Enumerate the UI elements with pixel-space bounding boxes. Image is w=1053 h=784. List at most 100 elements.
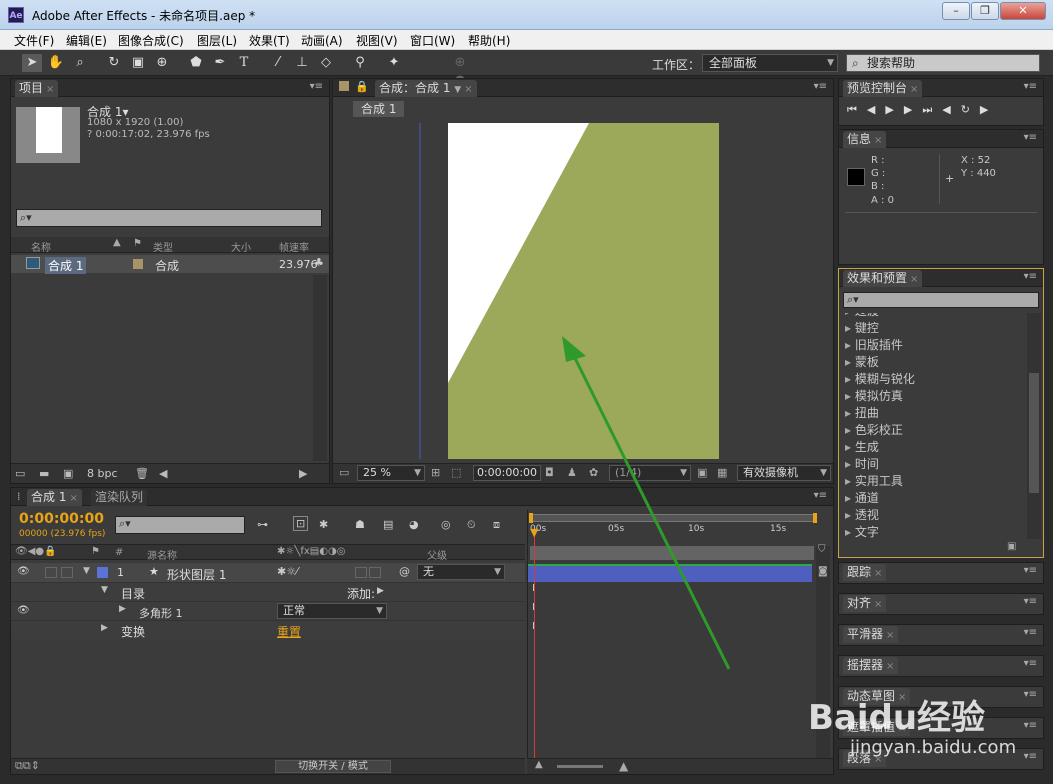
expand-triangle-icon[interactable]: ▼ — [83, 566, 90, 576]
frame-blending-icon[interactable]: ▤ — [383, 518, 393, 531]
list-item[interactable]: ▸ 实用工具 — [845, 472, 903, 489]
zoom-in-icon[interactable]: ▲ — [619, 759, 628, 773]
first-frame-icon[interactable]: ⏮ — [847, 103, 867, 116]
zoom-select[interactable]: 25 % ▼ — [357, 465, 425, 481]
menu-edit[interactable]: 编辑(E) — [66, 32, 107, 49]
zoom-slider[interactable] — [557, 765, 603, 768]
tab-composition[interactable]: 合成：合成 1 ▼ × — [375, 80, 477, 97]
last-frame-icon[interactable]: ⏭ — [922, 103, 942, 116]
motion-blur-icon[interactable]: ◕ — [409, 518, 419, 531]
hand-tool-icon[interactable]: ✋ — [46, 54, 66, 72]
col-fps[interactable]: 帧速率 — [279, 239, 309, 254]
puppet-pin-tool-icon[interactable]: ✦ — [384, 54, 404, 72]
panel-menu-icon[interactable]: ▾≡ — [1024, 658, 1037, 669]
layer-duration-bar[interactable] — [528, 564, 812, 582]
panel-menu-icon[interactable]: ▾≡ — [1024, 565, 1037, 576]
clone-stamp-tool-icon[interactable]: ⊥ — [292, 54, 312, 72]
scroll-right-icon[interactable]: ▶ — [299, 467, 307, 480]
close-icon[interactable]: × — [874, 135, 882, 146]
brainstorm-icon[interactable]: ◎ — [441, 518, 451, 531]
list-item[interactable]: ▸ 通道 — [845, 489, 879, 506]
polygon-label[interactable]: 多角形 1 — [139, 605, 183, 621]
tab-tracker[interactable]: 跟踪 × — [843, 564, 887, 581]
work-area-bar[interactable] — [529, 513, 817, 523]
collapse-triangle-icon[interactable]: ▶ — [119, 604, 126, 614]
toggle-switches-button[interactable]: 切换开关 / 模式 — [275, 760, 391, 773]
zoom-tool-icon[interactable]: ⌕ — [70, 54, 90, 72]
loop-icon[interactable]: ↻ — [961, 103, 980, 116]
close-icon[interactable]: × — [910, 84, 918, 95]
work-area-end-handle[interactable] — [813, 513, 817, 523]
parent-pickwhip-icon[interactable]: @ — [399, 565, 410, 578]
menu-effect[interactable]: 效果(T) — [249, 32, 290, 49]
expand-triangle-icon[interactable]: ▼ — [101, 585, 108, 595]
current-time-field[interactable]: 0:00:00:00 — [473, 465, 541, 481]
menu-view[interactable]: 视图(V) — [356, 32, 398, 49]
close-icon[interactable]: × — [69, 493, 77, 504]
list-item[interactable]: ▸ 扭曲 — [845, 404, 879, 421]
close-icon[interactable]: × — [910, 274, 918, 285]
region-of-interest-icon[interactable]: ▣ — [697, 466, 707, 479]
bpc-label[interactable]: 8 bpc — [87, 467, 118, 480]
comp-mini-flowchart-icon[interactable]: ⊶ — [257, 518, 268, 531]
show-snapshot-icon[interactable]: ♟ — [567, 466, 577, 479]
search-help-input[interactable]: ⌕ 搜索帮助 — [846, 54, 1040, 72]
comp-canvas[interactable] — [448, 123, 719, 459]
new-comp-icon[interactable]: ▣ — [63, 467, 73, 480]
add-menu-icon[interactable]: ▶ — [377, 586, 384, 596]
trash-icon[interactable]: 🗑 — [135, 467, 149, 480]
tab-timeline-comp[interactable]: 合成 1 × — [27, 489, 82, 506]
new-preset-icon[interactable]: ▣ — [1007, 541, 1016, 552]
layer-label-color[interactable] — [97, 567, 108, 578]
eye-icon[interactable]: 👁 — [17, 566, 30, 577]
panel-menu-icon[interactable]: ▾≡ — [1024, 720, 1037, 731]
project-scrollbar[interactable] — [313, 275, 327, 461]
switch-box[interactable] — [369, 567, 381, 578]
panel-menu-icon[interactable]: ▾≡ — [1024, 627, 1037, 638]
menu-animation[interactable]: 动画(A) — [301, 32, 343, 49]
tab-wiggler[interactable]: 摇摆器 × — [843, 657, 899, 674]
lock-box[interactable] — [61, 567, 73, 578]
table-row[interactable]: 合成 1 合成 23.976 ♣ — [11, 255, 329, 274]
text-tool-icon[interactable]: T — [234, 54, 254, 72]
current-time-indicator[interactable] — [534, 530, 535, 758]
tab-align[interactable]: 对齐 × — [843, 595, 887, 612]
col-name[interactable]: 名称 — [31, 239, 51, 254]
close-button[interactable]: ✕ — [1000, 2, 1046, 20]
hide-shy-icon[interactable]: ☗ — [355, 518, 365, 531]
tab-smoother[interactable]: 平滑器 × — [843, 626, 899, 643]
mask-visibility-icon[interactable]: ⬚ — [451, 466, 461, 479]
comp-subtab[interactable]: 合成 1 — [353, 101, 405, 117]
audio-icon[interactable]: ◀ — [942, 103, 960, 116]
transform-row[interactable]: ▶ 变换 重置 — [11, 620, 525, 639]
panel-menu-icon[interactable]: ▾≡ — [1024, 751, 1037, 762]
channel-icon[interactable]: ✿ — [589, 466, 598, 479]
timeline-search-input[interactable]: ⌕▾ — [115, 516, 245, 534]
label-tag-icon[interactable]: ⚑ — [133, 238, 142, 249]
tab-info[interactable]: 信息 × — [843, 131, 887, 148]
tab-render-queue[interactable]: 渲染队列 — [91, 489, 148, 506]
scrollbar-thumb[interactable] — [1029, 373, 1039, 493]
playhead-icon[interactable]: ▼ — [530, 526, 538, 539]
tab-preview[interactable]: 预览控制台 × — [843, 80, 923, 97]
eye-icon[interactable]: 👁 — [17, 605, 30, 616]
list-item[interactable]: ▸ 色彩校正 — [845, 421, 903, 438]
project-search-input[interactable]: ⌕▾ — [16, 209, 322, 227]
menu-layer[interactable]: 图层(L) — [197, 32, 237, 49]
add-label[interactable]: 添加: — [347, 585, 375, 602]
label-color-swatch[interactable] — [133, 259, 143, 269]
rotate-tool-icon[interactable]: ↻ — [104, 54, 124, 72]
contents-row[interactable]: ▼ 目录 添加: ▶ — [11, 582, 525, 601]
col-source-name[interactable]: 源名称 — [147, 547, 177, 562]
interpret-footage-icon[interactable]: ▭ — [15, 467, 25, 480]
list-item[interactable]: ▸ 旧版插件 — [845, 336, 903, 353]
close-icon[interactable]: × — [874, 568, 882, 579]
camera-select[interactable]: 有效摄像机 ▼ — [737, 465, 831, 481]
flowchart-icon[interactable]: ♣ — [314, 256, 324, 269]
roto-brush-tool-icon[interactable]: ⚲ — [350, 54, 370, 72]
polygon-row[interactable]: 👁 ▶ 多角形 1 正常 ▼ — [11, 601, 525, 620]
next-frame-icon[interactable]: ▶ — [904, 103, 922, 116]
transparency-grid-icon[interactable]: ▦ — [717, 466, 727, 479]
col-type[interactable]: 类型 — [153, 239, 173, 254]
chevron-down-icon[interactable]: ▼ — [454, 85, 461, 95]
